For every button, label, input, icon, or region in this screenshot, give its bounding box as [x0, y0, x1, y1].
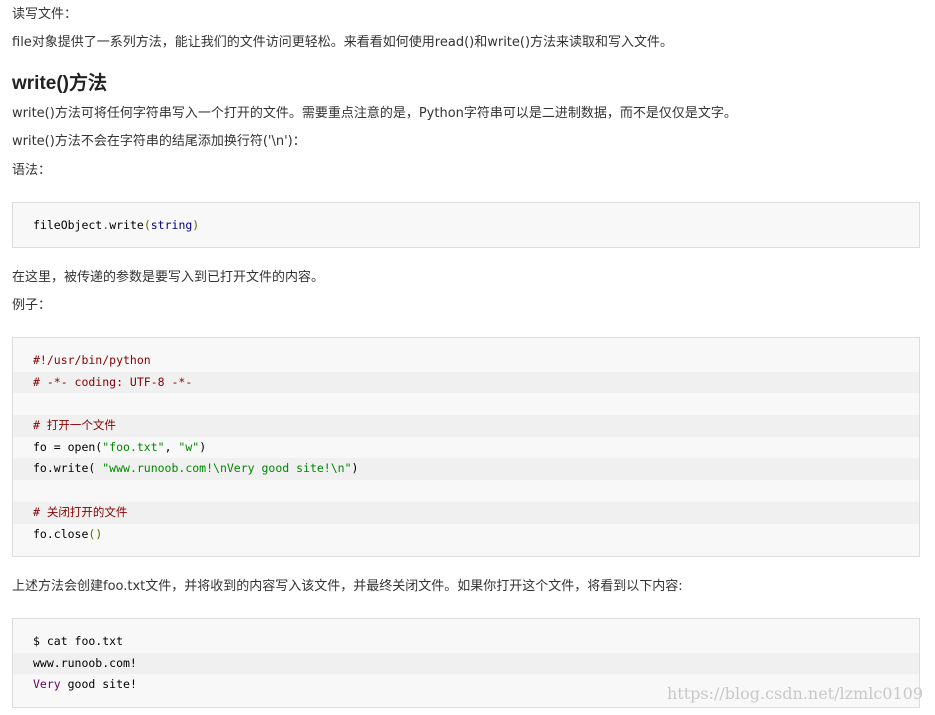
code-line: #!/usr/bin/python: [33, 353, 151, 367]
code-line: $ cat foo.txt: [33, 634, 124, 648]
code-line: fileObject.write(string): [33, 218, 200, 232]
code-line: # 打开一个文件: [13, 415, 919, 437]
syntax-label: 语法：: [12, 163, 52, 178]
result-desc: 上述方法会创建foo.txt文件，并将收到的内容写入该文件，并最终关闭文件。如果…: [12, 579, 683, 594]
code-line: www.runoob.com!: [13, 652, 919, 675]
intro-text: file对象提供了一系列方法，能让我们的文件访问更轻松。来看看如何使用read(…: [12, 35, 674, 50]
watermark: https://blog.csdn.net/lzmlc0109: [666, 684, 923, 703]
code-line: # -*- coding: UTF-8 -*-: [13, 371, 919, 394]
section-title: write()方法: [12, 73, 108, 94]
newline-note: write()方法不会在字符串的结尾添加换行符('\n')：: [12, 134, 306, 149]
syntax-code-block: fileObject.write(string): [12, 202, 920, 248]
code-line: # 关闭打开的文件: [13, 501, 919, 524]
code-line: fo.write( "www.runoob.com!\nVery good si…: [13, 458, 919, 481]
code-line: fo.close(): [33, 526, 103, 541]
intro-heading: 读写文件：: [12, 7, 78, 22]
param-desc: 在这里，被传递的参数是要写入到已打开文件的内容。: [12, 270, 325, 285]
code-line: fo = open("foo.txt", "w"): [33, 439, 207, 454]
write-desc: write()方法可将任何字符串写入一个打开的文件。需要重点注意的是，Pytho…: [12, 106, 737, 121]
example-code-block: #!/usr/bin/python # -*- coding: UTF-8 -*…: [12, 337, 920, 557]
example-label: 例子：: [12, 298, 52, 313]
